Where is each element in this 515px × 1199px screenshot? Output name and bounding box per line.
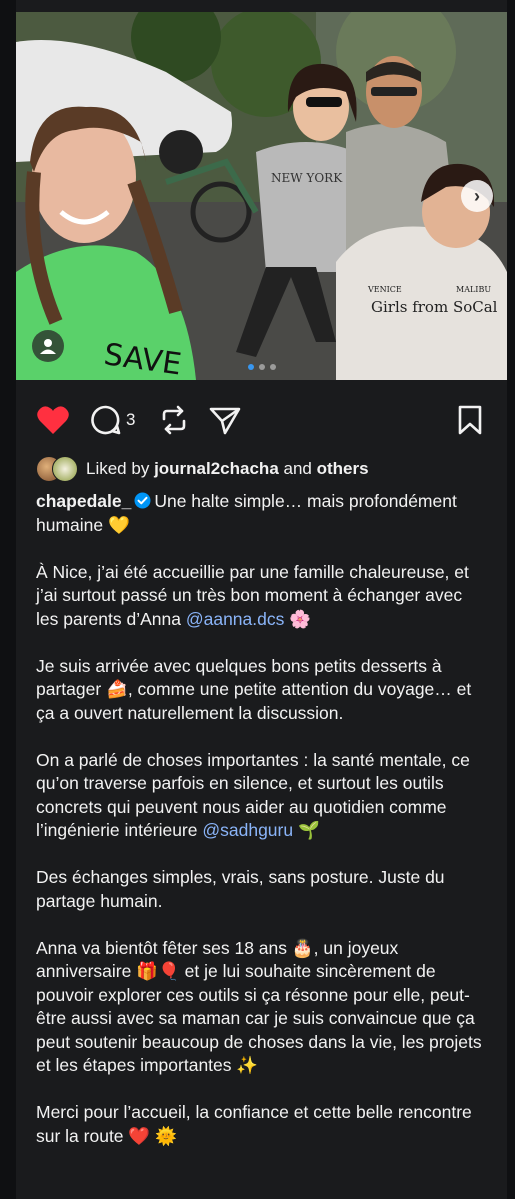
share-icon: [209, 407, 241, 435]
caption-emoji: 🌸: [289, 608, 312, 629]
caption-paragraph: Je suis arrivée avec quelques bons petit…: [36, 655, 472, 723]
caption-paragraph: chapedale_ Une halte simple… mais profond…: [36, 490, 488, 537]
post-card: SAVE NEW YORK Girls from SoCal VENICE MA…: [16, 0, 507, 1199]
likes-row[interactable]: Liked by journal2chacha and others: [36, 456, 369, 482]
next-slide-button[interactable]: ›: [461, 180, 493, 212]
repost-button[interactable]: [158, 404, 190, 436]
hoodie-text-right: MALIBU: [456, 285, 491, 294]
carousel-dot: [258, 364, 265, 370]
hoodie-text: Girls from SoCal: [371, 298, 498, 316]
liker-avatars: [36, 456, 80, 482]
comment-button[interactable]: 3: [90, 404, 135, 436]
avatar: [52, 456, 78, 482]
caption-paragraph: On a parlé de choses importantes : la sa…: [36, 749, 488, 843]
verified-icon: [134, 492, 151, 509]
user-tag-icon: [40, 339, 56, 354]
likes-prefix: Liked by: [86, 459, 150, 478]
comment-icon: [91, 405, 121, 435]
post-caption: chapedale_ Une halte simple… mais profond…: [36, 490, 488, 1172]
hoodie-text-left: VENICE: [367, 285, 402, 294]
caption-emoji: 🌱: [297, 820, 320, 840]
carousel-dot: [247, 364, 254, 370]
liker-username[interactable]: journal2chacha: [154, 459, 279, 479]
likes-others[interactable]: others: [317, 459, 369, 479]
top-strip: [16, 0, 507, 12]
caption-paragraph: À Nice, j’ai été accueillie par une fami…: [36, 561, 488, 632]
caption-paragraph: Des échanges simples, vrais, sans postur…: [36, 867, 445, 911]
post-actions: 3: [16, 400, 507, 442]
chevron-right-icon: ›: [474, 185, 480, 206]
likes-and: and: [283, 459, 312, 478]
post-photo[interactable]: SAVE NEW YORK Girls from SoCal VENICE MA…: [16, 12, 507, 380]
photo-illustration: SAVE NEW YORK Girls from SoCal VENICE MA…: [16, 12, 507, 380]
mention-link[interactable]: @sadhguru: [202, 820, 293, 840]
caption-paragraph: Merci pour l’accueil, la confiance et ce…: [36, 1102, 472, 1146]
user-tag-button[interactable]: [32, 330, 64, 362]
carousel-dot: [269, 364, 276, 370]
repost-icon: [162, 405, 186, 435]
carousel-dots: [16, 364, 507, 370]
like-button[interactable]: [36, 404, 70, 436]
author-username[interactable]: chapedale_: [36, 491, 131, 511]
caption-paragraph: Anna va bientôt fêter ses 18 ans 🎂, un j…: [36, 937, 482, 1076]
share-button[interactable]: [208, 404, 242, 436]
shirt-text: NEW YORK: [271, 171, 343, 185]
bookmark-button[interactable]: [456, 404, 484, 436]
bookmark-icon: [458, 405, 482, 435]
mention-link[interactable]: @aanna.dcs: [186, 609, 285, 629]
heart-icon: [37, 406, 69, 434]
comment-count: 3: [126, 410, 136, 429]
